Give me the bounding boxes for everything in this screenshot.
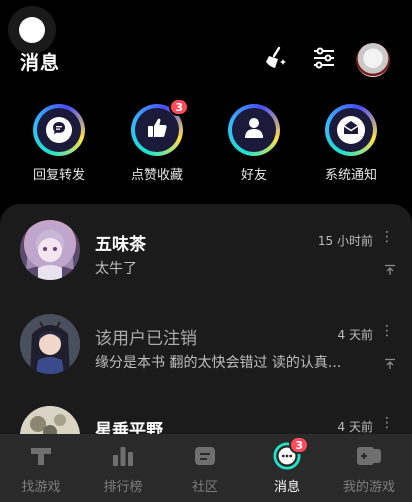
- game-t-icon: [27, 442, 55, 470]
- user-avatar[interactable]: [356, 43, 390, 77]
- clear-all-broom-icon[interactable]: [261, 44, 289, 72]
- message-time: 4 天前: [337, 420, 373, 434]
- bottom-tab-bar: 找游戏 排行榜 社区 3 消息 我的游戏: [0, 434, 412, 502]
- floating-button-core: [19, 17, 45, 43]
- pin-to-top-icon[interactable]: [384, 355, 396, 369]
- category-system-notice[interactable]: 系统通知: [311, 104, 391, 183]
- sender-name: 五味茶: [95, 235, 146, 255]
- tab-label: 社区: [191, 480, 218, 495]
- tab-my-games[interactable]: 我的游戏: [328, 442, 410, 495]
- avatar[interactable]: [20, 406, 80, 434]
- category-reply-forward[interactable]: 回复转发: [19, 104, 99, 183]
- message-list[interactable]: 五味茶 太牛了 15 小时前 ⋮ 该用户已注销 缘分是本书 翻的太快会错过 读的…: [0, 204, 412, 434]
- category-icon-ring: 3: [131, 98, 189, 156]
- comment-icon: [51, 120, 67, 140]
- page-title: 消息: [20, 52, 61, 74]
- category-icon-ring: [325, 104, 377, 156]
- envelope-icon: [342, 119, 360, 141]
- settings-sliders-icon[interactable]: [310, 44, 338, 72]
- person-icon: [241, 115, 267, 145]
- avatar[interactable]: [20, 220, 80, 280]
- sender-name: 该用户已注销: [95, 329, 197, 349]
- category-label: 点赞收藏: [130, 168, 183, 183]
- category-icon-ring: [33, 104, 85, 156]
- category-friends[interactable]: 好友: [214, 104, 294, 183]
- more-options-icon[interactable]: ⋮: [380, 229, 394, 245]
- more-options-icon[interactable]: ⋮: [380, 415, 394, 431]
- message-preview: 缘分是本书 翻的太快会错过 读的认真...: [95, 355, 342, 371]
- tab-messages[interactable]: 3 消息: [246, 436, 328, 495]
- more-options-icon[interactable]: ⋮: [380, 323, 394, 339]
- category-label: 好友: [240, 168, 267, 183]
- pin-to-top-icon[interactable]: [384, 261, 396, 275]
- tab-find-games[interactable]: 找游戏: [0, 442, 82, 495]
- tab-community[interactable]: 社区: [164, 442, 246, 495]
- category-icon-ring: [228, 104, 280, 156]
- my-games-icon: [355, 442, 383, 470]
- list-item[interactable]: 五味茶 太牛了 15 小时前 ⋮: [0, 204, 412, 292]
- community-icon: [191, 442, 219, 470]
- list-item[interactable]: 该用户已注销 缘分是本书 翻的太快会错过 读的认真... 4 天前 ⋮: [0, 298, 412, 386]
- sender-name: 星垂平野: [95, 421, 163, 434]
- floating-button[interactable]: [8, 6, 56, 54]
- tab-ranking[interactable]: 排行榜: [82, 442, 164, 495]
- thumbs-up-icon: [144, 115, 170, 145]
- message-time: 15 小时前: [317, 234, 373, 248]
- list-item[interactable]: 星垂平野 4 天前 ⋮: [0, 390, 412, 434]
- message-icon: 3: [273, 436, 309, 470]
- avatar[interactable]: [20, 314, 80, 374]
- tab-label: 我的游戏: [342, 480, 395, 495]
- category-likes-favorites[interactable]: 3 点赞收藏: [117, 98, 197, 183]
- tab-label: 消息: [273, 480, 300, 495]
- category-label: 系统通知: [324, 168, 377, 183]
- notification-badge: 3: [289, 436, 309, 454]
- message-preview: 太牛了: [95, 261, 137, 277]
- message-categories: 回复转发 3 点赞收藏 好友 系统通知: [0, 98, 412, 184]
- ranking-icon: [109, 442, 137, 470]
- message-time: 4 天前: [337, 328, 373, 342]
- tab-label: 找游戏: [21, 480, 61, 495]
- category-label: 回复转发: [32, 168, 85, 183]
- notification-badge: 3: [169, 98, 189, 116]
- tab-label: 排行榜: [103, 480, 143, 495]
